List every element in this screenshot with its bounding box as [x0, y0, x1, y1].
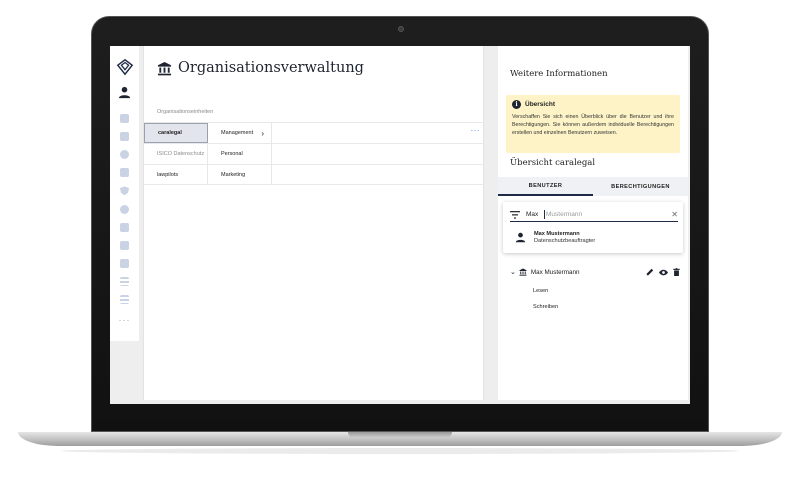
tab-benutzer[interactable]: BENUTZER — [498, 177, 593, 196]
info-icon: i — [512, 100, 521, 109]
user-suggestion[interactable]: Max Mustermann Datenschutzbeauftragter — [515, 231, 595, 244]
table-row: lawpilots Marketing — [144, 164, 485, 185]
section-label: Organisationseinheiten — [157, 109, 214, 115]
tree-child-schreiben[interactable]: Schreiben — [533, 304, 680, 310]
list-icon[interactable] — [120, 277, 129, 287]
empty-column: ··· — [272, 123, 485, 143]
bell-icon[interactable] — [120, 149, 129, 159]
table-row: caralegal Management › ··· — [144, 122, 485, 143]
alert-text: Verschaffen Sie sich einen Überblick übe… — [512, 114, 674, 137]
sub-unit-marketing[interactable]: Marketing — [208, 165, 272, 184]
alert-header: i Übersicht — [512, 100, 674, 109]
org-unit-grid: caralegal Management › ··· ISICO Datensc… — [144, 122, 485, 185]
close-icon[interactable]: ✕ — [671, 210, 678, 219]
settings-icon[interactable] — [120, 204, 129, 214]
info-panel: Weitere Informationen i Übersicht Versch… — [498, 46, 688, 400]
table-row: ISICO Datenschutz Personal — [144, 143, 485, 164]
document-icon[interactable] — [120, 168, 129, 178]
sub-unit-personal[interactable]: Personal — [208, 144, 272, 164]
filter-icon[interactable] — [510, 210, 520, 219]
edit-icon[interactable] — [646, 268, 654, 276]
user-nav-icon[interactable] — [118, 86, 131, 99]
eye-icon[interactable] — [659, 269, 668, 276]
page-title-text: Organisationsverwaltung — [178, 60, 364, 76]
chat-icon[interactable] — [120, 240, 129, 250]
tree-child-lesen[interactable]: Lesen — [533, 288, 680, 294]
dashboard-icon[interactable] — [120, 113, 129, 123]
overview-title: Übersicht caralegal — [510, 158, 596, 168]
more-nav-button[interactable]: ··· — [119, 315, 131, 325]
suggestion-text: Max Mustermann Datenschutzbeauftragter — [534, 231, 595, 244]
sub-unit-management[interactable]: Management › — [208, 123, 272, 143]
text-cursor — [544, 210, 545, 219]
checklist-icon[interactable] — [120, 295, 129, 305]
alert-title: Übersicht — [525, 101, 555, 108]
suggestion-name: Max Mustermann — [534, 231, 580, 237]
shield-icon[interactable] — [120, 186, 129, 196]
institution-icon — [519, 268, 527, 276]
building-icon[interactable] — [120, 222, 129, 232]
tab-berechtigungen[interactable]: BERECHTIGUNGEN — [593, 177, 688, 196]
lock-icon[interactable] — [120, 259, 129, 269]
tree-node-name: Max Mustermann — [530, 268, 580, 276]
person-icon — [515, 232, 526, 243]
inbox-icon[interactable] — [120, 131, 129, 141]
sub-unit-label: Management — [221, 130, 254, 136]
org-unit-lawpilots[interactable]: lawpilots — [144, 165, 208, 184]
more-options-icon[interactable]: ··· — [471, 127, 481, 135]
search-row: Mustermann ✕ — [510, 208, 678, 222]
chevron-right-icon: › — [261, 128, 264, 138]
suggestion-role: Datenschutzbeauftragter — [534, 238, 596, 244]
logo-icon — [116, 58, 133, 76]
laptop-notch — [348, 432, 452, 438]
institution-icon — [157, 61, 172, 75]
main-panel: Organisationsverwaltung Organisationsein… — [143, 46, 485, 400]
sidebar: ··· — [110, 46, 139, 341]
trash-icon[interactable] — [673, 268, 680, 276]
chevron-down-icon[interactable]: ⌄ — [510, 268, 516, 276]
permission-tree: ⌄ Max Mustermann Lesen Schreiben — [510, 266, 680, 310]
org-unit-caralegal[interactable]: caralegal — [144, 123, 208, 143]
empty-column — [272, 165, 485, 184]
search-input[interactable] — [526, 211, 544, 218]
info-alert: i Übersicht Verschaffen Sie sich einen Ü… — [506, 95, 680, 153]
tree-actions — [646, 268, 680, 276]
tree-node[interactable]: ⌄ Max Mustermann — [510, 266, 680, 278]
camera — [398, 26, 404, 32]
tab-bar: BENUTZER BERECHTIGUNGEN — [498, 177, 688, 196]
search-placeholder: Mustermann — [546, 211, 583, 218]
laptop-shadow — [60, 448, 740, 454]
empty-column — [272, 144, 485, 164]
screen: ··· Organisationsverwaltung Organisation… — [110, 46, 690, 404]
org-unit-isico[interactable]: ISICO Datenschutz — [144, 144, 208, 164]
info-title: Weitere Informationen — [510, 69, 608, 79]
page-title: Organisationsverwaltung — [157, 60, 364, 76]
user-search-box: Mustermann ✕ Max Mustermann Datenschutzb… — [503, 202, 683, 253]
